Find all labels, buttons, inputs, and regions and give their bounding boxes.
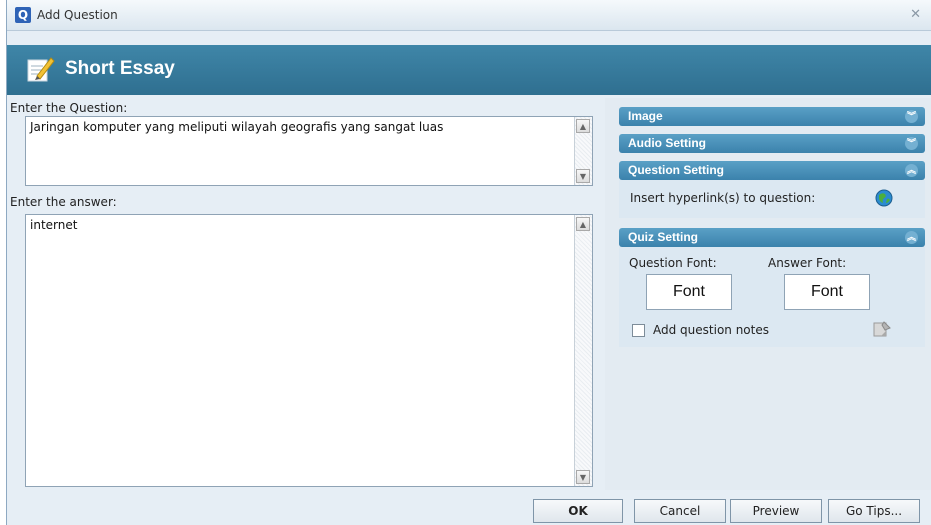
globe-icon[interactable] bbox=[875, 189, 893, 207]
image-section-label: Image bbox=[628, 109, 663, 123]
scroll-up-icon[interactable]: ▲ bbox=[576, 119, 590, 133]
header-banner: Short Essay bbox=[7, 45, 931, 95]
answer-scrollbar[interactable]: ▲ ▼ bbox=[574, 215, 592, 486]
chevron-down-icon[interactable]: ︾ bbox=[905, 137, 918, 150]
ok-button[interactable]: OK bbox=[533, 499, 623, 523]
answer-font-label: Answer Font: bbox=[768, 256, 847, 270]
answer-label: Enter the answer: bbox=[10, 195, 117, 209]
quiz-setting-header[interactable]: Quiz Setting ︽ bbox=[619, 228, 925, 247]
go-tips-button[interactable]: Go Tips... bbox=[828, 499, 920, 523]
question-setting-header[interactable]: Question Setting ︽ bbox=[619, 161, 925, 180]
question-type-title: Short Essay bbox=[65, 58, 175, 79]
question-font-button[interactable]: Font bbox=[646, 274, 732, 310]
quiz-setting-label: Quiz Setting bbox=[628, 230, 698, 244]
note-icon[interactable] bbox=[873, 321, 891, 338]
audio-section-label: Audio Setting bbox=[628, 136, 706, 150]
add-notes-checkbox[interactable] bbox=[632, 324, 645, 337]
image-section-header[interactable]: Image ︾ bbox=[619, 107, 925, 126]
question-setting-body: Insert hyperlink(s) to question: bbox=[619, 180, 925, 218]
hyperlink-label: Insert hyperlink(s) to question: bbox=[630, 191, 816, 205]
answer-text: internet bbox=[30, 218, 78, 232]
answer-input[interactable]: internet ▲ ▼ bbox=[25, 214, 593, 487]
question-font-label: Question Font: bbox=[629, 256, 717, 270]
chevron-up-icon[interactable]: ︽ bbox=[905, 231, 918, 244]
scroll-down-icon[interactable]: ▼ bbox=[576, 470, 590, 484]
chevron-down-icon[interactable]: ︾ bbox=[905, 110, 918, 123]
chevron-up-icon[interactable]: ︽ bbox=[905, 164, 918, 177]
question-scrollbar[interactable]: ▲ ▼ bbox=[574, 117, 592, 185]
title-bar: Q Add Question ✕ bbox=[7, 0, 931, 31]
essay-pencil-icon bbox=[27, 57, 55, 82]
answer-font-button[interactable]: Font bbox=[784, 274, 870, 310]
question-setting-label: Question Setting bbox=[628, 163, 724, 177]
question-text: Jaringan komputer yang meliputi wilayah … bbox=[30, 120, 444, 134]
cancel-button[interactable]: Cancel bbox=[634, 499, 726, 523]
scroll-up-icon[interactable]: ▲ bbox=[576, 217, 590, 231]
question-label: Enter the Question: bbox=[10, 101, 128, 115]
add-question-window: Q Add Question ✕ Short Essay Enter the Q… bbox=[6, 0, 931, 525]
window-title: Add Question bbox=[37, 8, 118, 22]
app-logo-icon: Q bbox=[15, 7, 31, 23]
audio-section-header[interactable]: Audio Setting ︾ bbox=[619, 134, 925, 153]
close-icon[interactable]: ✕ bbox=[910, 7, 921, 22]
scroll-down-icon[interactable]: ▼ bbox=[576, 169, 590, 183]
preview-button[interactable]: Preview bbox=[730, 499, 822, 523]
settings-panel: Image ︾ Audio Setting ︾ Question Setting… bbox=[605, 98, 931, 490]
add-notes-label: Add question notes bbox=[653, 323, 769, 337]
question-input[interactable]: Jaringan komputer yang meliputi wilayah … bbox=[25, 116, 593, 186]
